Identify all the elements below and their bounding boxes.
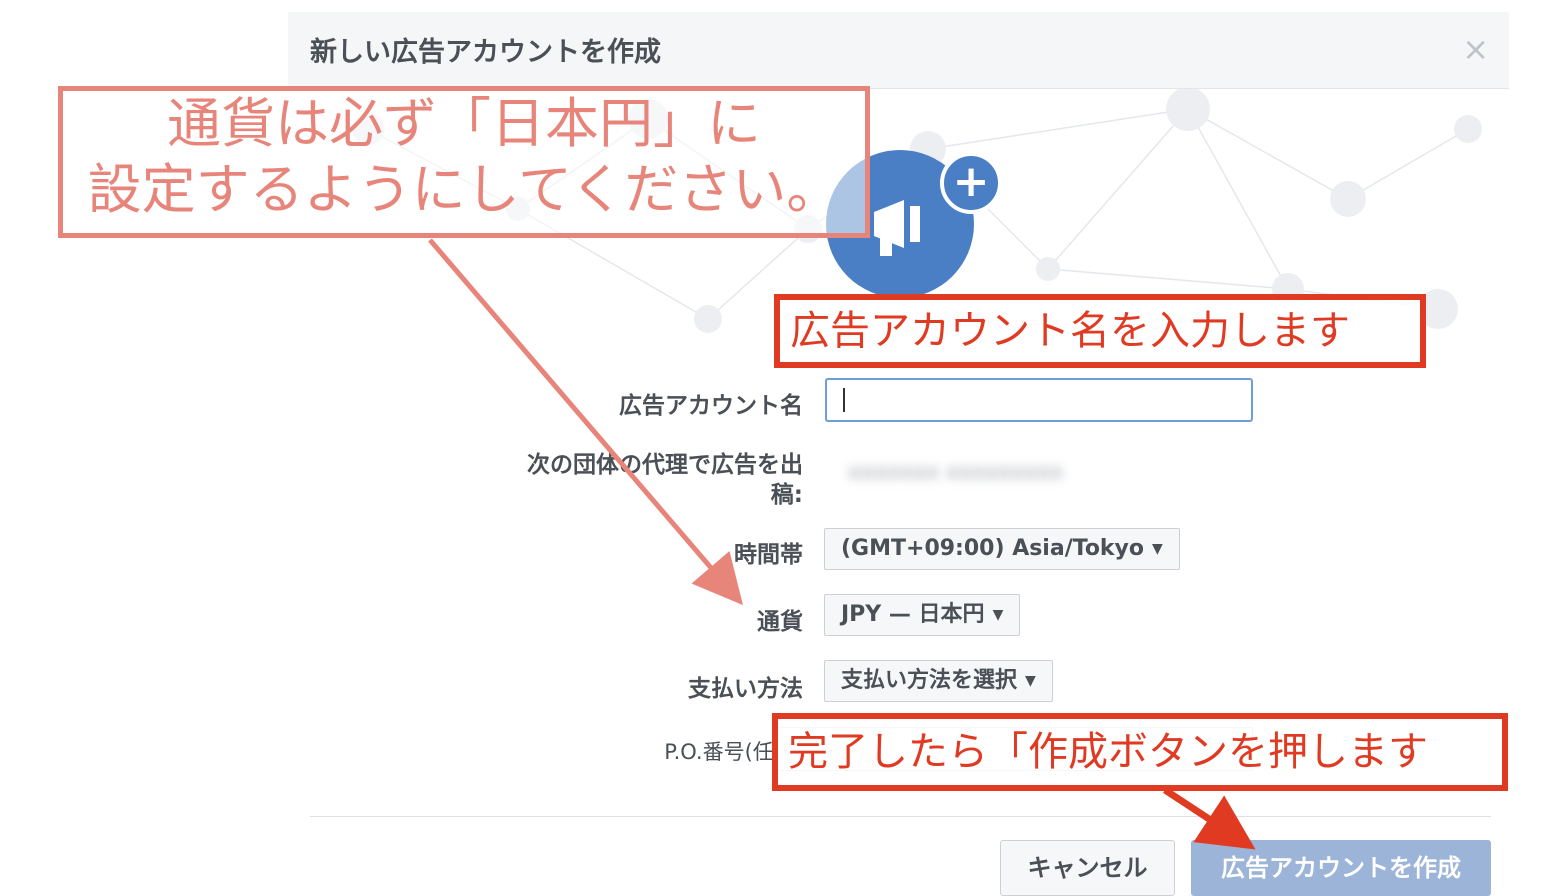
close-icon[interactable]: ×: [1462, 30, 1489, 68]
create-button-note-callout: 完了したら「作成ボタンを押します: [772, 713, 1508, 791]
payment-method-select[interactable]: 支払い方法を選択 ▼: [824, 660, 1053, 702]
dialog-title: 新しい広告アカウントを作成: [310, 37, 661, 68]
currency-label: 通貨: [757, 609, 803, 635]
advertise-for-label: 次の団体の代理で広告を出 稿:: [527, 450, 803, 510]
currency-select[interactable]: JPY — 日本円 ▼: [824, 594, 1021, 636]
account-name-note-callout: 広告アカウント名を入力します: [774, 294, 1426, 368]
cancel-button[interactable]: キャンセル: [1000, 840, 1175, 896]
advertise-for-label-line2: 稿:: [770, 482, 803, 508]
payment-method-label: 支払い方法: [688, 676, 803, 702]
footer-divider: [310, 816, 1491, 817]
chevron-down-icon: ▼: [992, 607, 1004, 623]
payment-method-value: 支払い方法を選択: [841, 668, 1018, 693]
advertise-for-value: xxxxxxx xxxxxxxxx: [848, 460, 1064, 485]
account-name-label: 広告アカウント名: [619, 393, 803, 419]
chevron-down-icon: ▼: [1025, 673, 1036, 689]
currency-note-callout: 通貨は必ず「日本円」に 設定するようにしてください。: [58, 86, 870, 238]
chevron-down-icon: ▼: [1152, 541, 1163, 557]
plus-icon: +: [940, 152, 1002, 214]
text-caret: [843, 388, 845, 412]
account-name-input[interactable]: [825, 378, 1253, 422]
timezone-label: 時間帯: [734, 542, 803, 568]
dialog-header: 新しい広告アカウントを作成 ×: [288, 12, 1509, 89]
currency-value: JPY — 日本円: [841, 602, 985, 627]
create-ad-account-button[interactable]: 広告アカウントを作成: [1191, 840, 1491, 896]
timezone-value: (GMT+09:00) Asia/Tokyo: [841, 536, 1145, 561]
timezone-select[interactable]: (GMT+09:00) Asia/Tokyo ▼: [824, 528, 1180, 570]
advertise-for-label-line1: 次の団体の代理で広告を出: [527, 452, 803, 478]
